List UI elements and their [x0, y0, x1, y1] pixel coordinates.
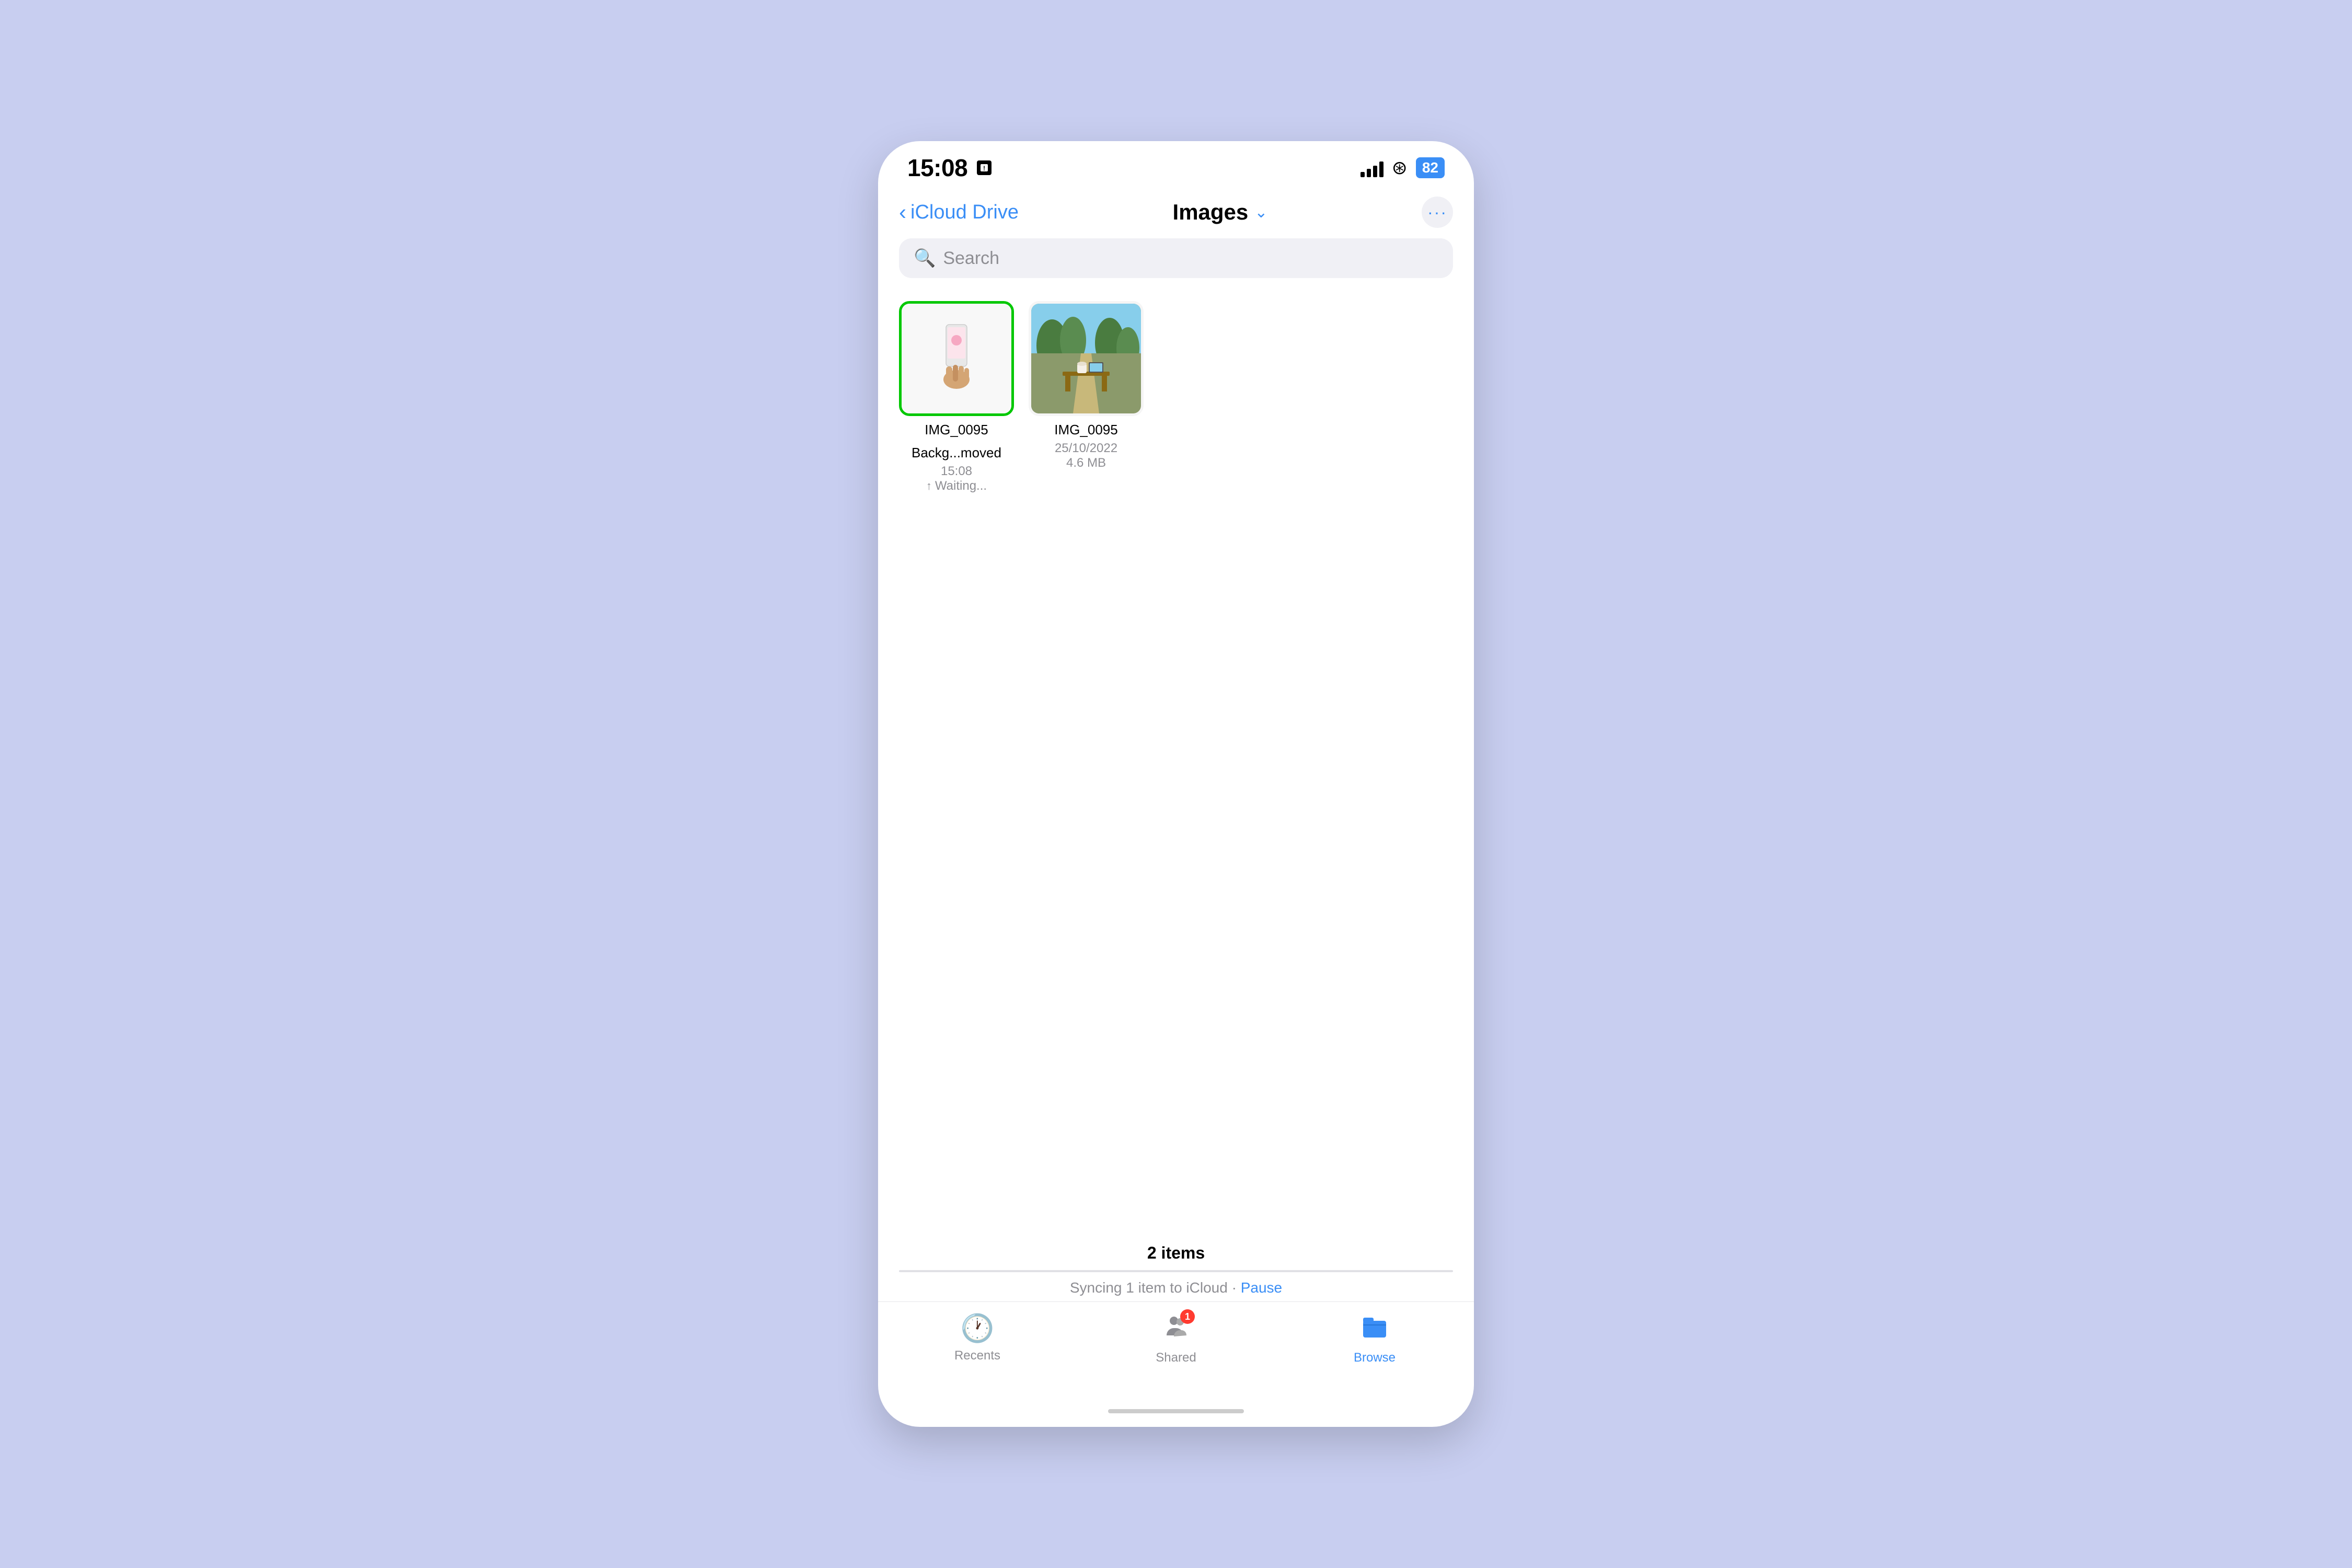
- file-date-1: 15:08: [941, 464, 972, 479]
- status-icons: ⊛ 82: [1361, 157, 1445, 179]
- tab-browse[interactable]: Browse: [1275, 1312, 1474, 1365]
- file-status-1: ↑ Waiting...: [926, 479, 987, 493]
- alert-icon: !: [977, 160, 991, 175]
- upload-arrow-icon: ↑: [926, 479, 932, 493]
- sync-status-text: Syncing 1 item to iCloud: [1070, 1279, 1228, 1296]
- file-date-2: 25/10/2022: [1055, 441, 1117, 456]
- signal-icon: [1361, 158, 1383, 177]
- file-size-2: 4.6 MB: [1066, 456, 1106, 470]
- items-count: 2 items: [1147, 1243, 1205, 1263]
- search-icon: 🔍: [914, 248, 936, 269]
- tab-browse-label: Browse: [1354, 1351, 1396, 1365]
- file-subtitle-1: Backg...moved: [912, 444, 1001, 462]
- status-time: 15:08: [907, 154, 967, 182]
- sync-status-wrap: Syncing 1 item to iCloud · Pause: [1070, 1279, 1282, 1296]
- recents-icon: 🕐: [961, 1312, 995, 1344]
- back-label: iCloud Drive: [910, 201, 1019, 224]
- home-bar: [1108, 1409, 1244, 1413]
- tab-shared[interactable]: 1 Shared: [1077, 1312, 1275, 1365]
- tab-browse-icon-wrap: [1361, 1312, 1388, 1346]
- home-indicator: [878, 1396, 1474, 1427]
- nav-bar: ‹ iCloud Drive Images ⌄ ···: [878, 188, 1474, 238]
- tab-recents-icon-wrap: 🕐: [961, 1312, 995, 1344]
- svg-text:!: !: [983, 165, 985, 172]
- files-area: IMG_0095 Backg...moved 15:08 ↑ Waiting..…: [878, 291, 1474, 1243]
- nav-more-button[interactable]: ···: [1422, 197, 1453, 228]
- nav-title: Images: [1173, 200, 1249, 225]
- shared-badge: 1: [1180, 1309, 1195, 1324]
- bottom-status: 2 items Syncing 1 item to iCloud · Pause: [878, 1243, 1474, 1301]
- list-item[interactable]: IMG_0095 25/10/2022 4.6 MB: [1029, 301, 1144, 493]
- file-thumb-1[interactable]: [899, 301, 1014, 416]
- tab-shared-icon-wrap: 1: [1162, 1312, 1190, 1346]
- nav-title-wrap: Images ⌄: [1173, 200, 1268, 225]
- battery-badge: 82: [1416, 157, 1445, 178]
- search-bar-wrap: 🔍 Search: [878, 238, 1474, 291]
- tab-bar: 🕐 Recents 1 Shared: [878, 1301, 1474, 1396]
- file-thumb-2[interactable]: [1029, 301, 1144, 416]
- nav-more-dots-icon: ···: [1427, 203, 1447, 222]
- file-name-1: IMG_0095: [925, 421, 988, 439]
- sync-pause-button[interactable]: Pause: [1241, 1279, 1282, 1296]
- phone-frame: 15:08 ! ⊛ 82 ‹ iCloud Drive: [878, 141, 1474, 1427]
- tab-recents[interactable]: 🕐 Recents: [878, 1312, 1077, 1363]
- file-waiting-text: Waiting...: [935, 479, 987, 493]
- browse-icon: [1361, 1312, 1388, 1346]
- list-item[interactable]: IMG_0095 Backg...moved 15:08 ↑ Waiting..…: [899, 301, 1014, 493]
- back-chevron-icon: ‹: [899, 200, 906, 225]
- nav-dropdown-icon[interactable]: ⌄: [1254, 203, 1267, 222]
- status-bar: 15:08 ! ⊛ 82: [878, 141, 1474, 188]
- tab-shared-label: Shared: [1156, 1351, 1196, 1365]
- sync-progress-bar: [899, 1270, 1453, 1272]
- search-placeholder: Search: [943, 248, 999, 269]
- outdoor-thumbnail: [1031, 304, 1141, 413]
- tab-recents-label: Recents: [954, 1348, 1000, 1363]
- wifi-icon: ⊛: [1392, 157, 1408, 179]
- search-bar[interactable]: 🔍 Search: [899, 238, 1453, 278]
- back-button[interactable]: ‹ iCloud Drive: [899, 200, 1019, 225]
- phone-thumbnail: [902, 304, 1011, 413]
- sync-dot: ·: [1232, 1279, 1241, 1296]
- file-name-2: IMG_0095: [1054, 421, 1117, 439]
- files-grid: IMG_0095 Backg...moved 15:08 ↑ Waiting..…: [899, 301, 1453, 493]
